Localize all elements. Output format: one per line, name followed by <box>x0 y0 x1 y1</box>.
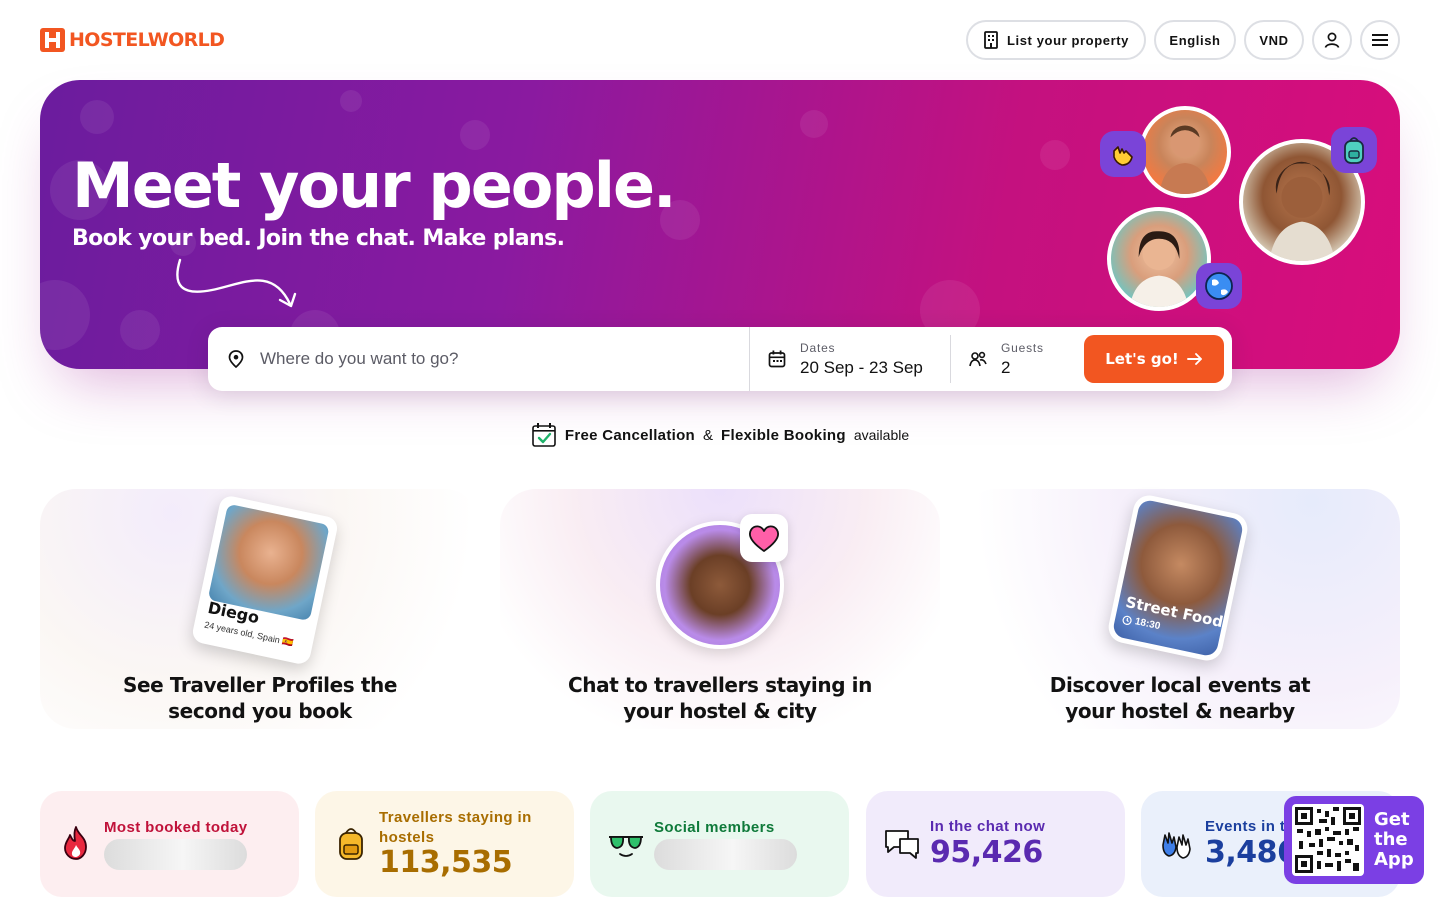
feature-events: Street Food 18:30 Discover local events … <box>960 489 1400 729</box>
stat-most-booked[interactable]: Most booked today <box>40 791 299 897</box>
dates-field[interactable]: Dates 20 Sep - 23 Sep <box>750 335 951 383</box>
building-icon <box>984 31 998 49</box>
search-submit-label: Let's go! <box>1105 350 1179 368</box>
guests-value: 2 <box>1001 357 1011 377</box>
fire-icon <box>64 826 87 860</box>
language-selector[interactable]: English <box>1154 20 1236 60</box>
hang-loose-hand-icon <box>1113 146 1133 166</box>
hero-title: Meet your people. <box>72 149 677 222</box>
hero-banner: Meet your people. Book your bed. Join th… <box>40 80 1400 369</box>
menu-button[interactable] <box>1360 20 1400 60</box>
account-button[interactable] <box>1312 20 1352 60</box>
currency-selector[interactable]: VND <box>1244 20 1304 60</box>
feature-traveller-profiles: Diego 24 years old, Spain 🇪🇸 See Travell… <box>40 489 480 729</box>
stat-label-travellers: Travellers staying in hostels <box>379 809 532 846</box>
language-label: English <box>1169 32 1221 48</box>
arrow-right-icon <box>1186 353 1202 365</box>
ampersand-text: & <box>703 426 714 444</box>
stat-label-social: Social members <box>654 819 775 836</box>
clock-icon <box>1122 615 1132 625</box>
curved-arrow-icon <box>176 258 297 308</box>
available-text: available <box>853 427 910 443</box>
guests-icon <box>969 351 987 367</box>
feature-chat: Chat to travellers staying in your hoste… <box>500 489 940 729</box>
get-app-line2: the <box>1374 829 1408 850</box>
stat-value-in-chat: 95,426 <box>930 835 1043 870</box>
traveller-avatar-man <box>1139 106 1231 198</box>
stat-value-travellers: 113,535 <box>379 845 513 880</box>
currency-label: VND <box>1259 32 1289 48</box>
guests-label: Guests <box>1001 340 1044 355</box>
feature-title-events: Discover local events at your hostel & n… <box>1049 673 1311 723</box>
list-property-label: List your property <box>1006 32 1130 48</box>
globe-badge <box>1196 263 1242 309</box>
get-app-line1: Get <box>1374 809 1410 830</box>
hang-loose-badge <box>1100 131 1146 177</box>
logo-wordmark: HOSTELWORLD <box>69 29 225 51</box>
search-bar: Dates 20 Sep - 23 Sep Guests 2 Let's go! <box>208 327 1232 391</box>
waving-hands-icon <box>1162 832 1191 859</box>
location-pin-icon <box>228 350 244 368</box>
feature-title-profiles: See Traveller Profiles the second you bo… <box>122 673 398 723</box>
destination-field[interactable] <box>208 327 750 391</box>
hostelworld-logo[interactable]: HOSTELWORLD <box>40 28 225 52</box>
hostelworld-logo-icon <box>40 28 65 52</box>
user-icon <box>1324 32 1340 48</box>
stat-label-most-booked: Most booked today <box>104 819 248 836</box>
feature-title-chat: Chat to travellers staying in your hoste… <box>568 673 872 723</box>
sunglasses-icon <box>609 836 643 857</box>
dates-label: Dates <box>800 340 836 355</box>
loading-skeleton <box>104 839 247 870</box>
loading-skeleton <box>654 839 797 870</box>
heart-icon <box>749 525 779 552</box>
globe-icon <box>1205 272 1233 300</box>
flexible-booking-text: Flexible Booking <box>721 426 846 444</box>
destination-input[interactable] <box>260 349 680 369</box>
calendar-check-icon <box>532 423 556 447</box>
search-submit-button[interactable]: Let's go! <box>1084 335 1224 383</box>
stat-social-members[interactable]: Social members <box>590 791 849 897</box>
free-cancellation-text: Free Cancellation <box>564 426 696 444</box>
free-cancellation-notice: Free Cancellation & Flexible Booking ava… <box>0 422 1440 448</box>
stat-travellers-staying[interactable]: Travellers staying in hostels 113,535 <box>315 791 574 897</box>
backpack-icon <box>1344 137 1364 164</box>
get-app-promo[interactable]: Get the App <box>1284 796 1424 884</box>
traveller-profile-card: Diego 24 years old, Spain 🇪🇸 <box>190 494 340 666</box>
heart-bubble <box>740 514 788 562</box>
backpack-icon <box>339 828 363 860</box>
list-property-button[interactable]: List your property <box>966 20 1146 60</box>
calendar-icon <box>768 350 786 368</box>
hero-subtitle: Book your bed. Join the chat. Make plans… <box>72 226 565 251</box>
hamburger-menu-icon <box>1372 34 1388 46</box>
guests-field[interactable]: Guests 2 <box>951 335 1083 383</box>
stat-label-in-chat: In the chat now <box>930 818 1046 835</box>
stat-label-events: Events in t <box>1205 818 1286 835</box>
backpack-badge <box>1331 127 1377 173</box>
dates-value: 20 Sep - 23 Sep <box>800 357 923 377</box>
chat-bubbles-icon <box>885 830 919 859</box>
qr-code <box>1292 804 1364 876</box>
stat-in-chat[interactable]: In the chat now 95,426 <box>866 791 1125 897</box>
get-app-line3: App <box>1374 849 1414 870</box>
event-card: Street Food 18:30 <box>1105 492 1251 664</box>
qr-code-icon <box>1295 807 1361 873</box>
get-app-text: Get the App <box>1374 810 1414 870</box>
header-actions: List your property English VND <box>966 20 1400 60</box>
